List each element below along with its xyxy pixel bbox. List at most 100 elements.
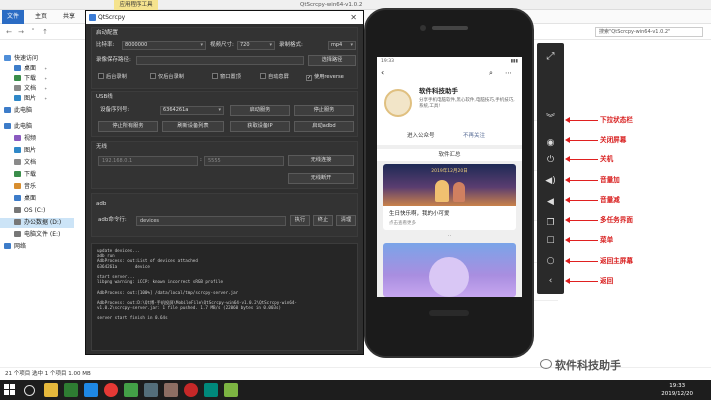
sidebar-item[interactable]: 办公数据 (D:) <box>0 218 74 228</box>
checkmark-icon: ✓ <box>306 75 312 81</box>
app-taskbar-icon[interactable] <box>144 383 158 397</box>
ribbon-tab-home[interactable]: 主页 <box>30 10 52 24</box>
search-input[interactable]: 搜索"QtScrcpy-win64-v1.0.2" <box>595 27 703 37</box>
sidebar-item[interactable]: 此电脑 <box>4 122 32 132</box>
adb-execute-button[interactable]: 执行 <box>290 215 310 226</box>
enter-account-button[interactable]: 进入公众号 <box>407 131 435 141</box>
up-arrow-icon[interactable]: ↑ <box>40 27 50 37</box>
serial-select[interactable]: 6364261a <box>160 106 224 115</box>
log-output[interactable]: update devices... adb run AdbProcess: out:… <box>91 243 358 351</box>
system-clock[interactable]: 19:33 2019/12/20 <box>661 382 693 398</box>
second-card[interactable] <box>383 243 516 297</box>
sidebar-item[interactable]: 下载 <box>14 170 36 180</box>
checkbox-background-record[interactable]: 后台录制 <box>98 73 127 82</box>
checkbox-use-reverse[interactable]: ✓ 使用reverse <box>306 73 344 82</box>
search-icon[interactable]: ⌕ <box>489 67 493 79</box>
ribbon-tab-share[interactable]: 共享 <box>58 10 80 24</box>
forward-arrow-icon[interactable]: → <box>16 27 26 37</box>
resolution-select[interactable]: 720 <box>237 41 275 50</box>
stop-all-services-button[interactable]: 停止所有服务 <box>98 121 158 132</box>
app-switch-icon[interactable]: ❐ <box>540 213 561 233</box>
browser-taskbar-icon[interactable] <box>84 383 98 397</box>
select-path-button[interactable]: 选择路径 <box>308 55 356 66</box>
sidebar-item[interactable]: 快速访问 <box>4 54 38 64</box>
file-explorer-taskbar-icon[interactable] <box>44 383 58 397</box>
checkbox-label: 窗口置顶 <box>220 74 241 80</box>
expand-down-icon[interactable]: ︾ <box>540 109 561 129</box>
back-arrow-icon[interactable]: ‹ <box>381 67 384 79</box>
wireless-connect-button[interactable]: 无线连接 <box>288 155 354 166</box>
article-card[interactable]: 2019年12月20日 生日快乐啊，我的小可爱 点击查看更多 <box>383 164 516 230</box>
bitrate-select[interactable]: 8000000 <box>122 41 206 50</box>
app-taskbar-icon-2[interactable] <box>164 383 178 397</box>
sidebar-item-label: 桌面 <box>24 195 37 202</box>
sidebar-item[interactable]: 音乐 <box>14 182 36 192</box>
start-service-button[interactable]: 启动服务 <box>230 105 290 116</box>
back-arrow-icon[interactable]: ← <box>4 27 14 37</box>
card-link[interactable]: 点击查看更多 <box>389 220 416 227</box>
folder-icon <box>14 159 21 165</box>
start-adbd-button[interactable]: 启动adbd <box>294 121 354 132</box>
checkbox-always-on-top[interactable]: 窗口置顶 <box>212 73 241 82</box>
app-taskbar-icon-3[interactable] <box>204 383 218 397</box>
adb-command-input[interactable]: devices <box>136 216 286 226</box>
wireless-disconnect-button[interactable]: 无线断开 <box>288 173 354 184</box>
sidebar-item[interactable]: 桌面 <box>14 194 36 204</box>
menu-icon[interactable]: ☐ <box>540 231 561 251</box>
record-format-select[interactable]: mp4 <box>328 41 356 50</box>
adb-clear-button[interactable]: 清理 <box>336 215 356 226</box>
sidebar-item[interactable]: 图片 ✦ <box>14 94 47 104</box>
sidebar-item[interactable]: 文档 ✦ <box>14 84 47 94</box>
close-icon[interactable]: ✕ <box>350 11 357 24</box>
sidebar-item[interactable]: 文档 <box>14 158 36 168</box>
chevron-down-icon[interactable]: ˅ <box>28 27 38 37</box>
refresh-devices-button[interactable]: 刷新设备列表 <box>162 121 224 132</box>
phone-screen[interactable]: 19:33 ▮▮▮ ‹ ⌕ ⋯ 软件科技助手 分享手机电脑软件,黑心软件,电脑技… <box>377 57 522 297</box>
checkbox-label: 自动息屏 <box>268 74 289 80</box>
sidebar-item[interactable]: 桌面 ✦ <box>14 64 47 74</box>
search-icon[interactable] <box>24 385 35 396</box>
stop-service-button[interactable]: 停止服务 <box>294 105 354 116</box>
checkbox-background-only[interactable]: 仅后台录制 <box>150 73 184 82</box>
sidebar-item[interactable]: 图片 <box>14 146 36 156</box>
more-icon[interactable]: ⋯ <box>505 67 512 79</box>
phone-status-bar[interactable]: 19:33 ▮▮▮ <box>377 57 522 67</box>
annotation-label: 关闭屏幕 <box>600 135 627 144</box>
sidebar-item[interactable]: 此电脑 <box>4 106 32 116</box>
record-taskbar-icon[interactable] <box>184 383 198 397</box>
sidebar-item[interactable]: 网络 <box>4 242 26 252</box>
ribbon-tab-file[interactable]: 文件 <box>2 10 25 24</box>
folder-icon <box>14 65 21 71</box>
folder-icon <box>4 123 11 129</box>
wechat-taskbar-icon[interactable] <box>124 383 138 397</box>
get-device-ip-button[interactable]: 获取设备IP <box>230 121 290 132</box>
device-control-bar: ⤢ ︾ ◉ ⏻ ◀) ◀ ❐ ☐ ○ ‹ <box>537 43 564 294</box>
sidebar-item-label: 网络 <box>14 243 27 250</box>
menu-header[interactable]: 软件汇总 <box>377 149 522 161</box>
store-taskbar-icon[interactable] <box>64 383 78 397</box>
home-icon[interactable]: ○ <box>540 251 561 271</box>
unfollow-button[interactable]: 不再关注 <box>463 131 485 141</box>
chrome-taskbar-icon[interactable] <box>104 383 118 397</box>
port-input[interactable]: 5555 <box>204 156 284 166</box>
sidebar-item-label: OS (C:) <box>24 207 46 214</box>
sidebar-item[interactable]: 电脑文件 (E:) <box>14 230 60 240</box>
folder-icon <box>4 243 11 249</box>
android-taskbar-icon[interactable] <box>224 383 238 397</box>
context-tab-app-tools[interactable]: 应用程序工具 <box>114 0 158 10</box>
adb-terminate-button[interactable]: 终止 <box>313 215 333 226</box>
back-icon[interactable]: ‹ <box>540 271 561 291</box>
fullscreen-icon[interactable]: ⤢ <box>540 47 561 67</box>
volume-up-icon[interactable]: ◀) <box>540 171 561 191</box>
sidebar-item[interactable]: 视频 <box>14 134 36 144</box>
volume-down-icon[interactable]: ◀ <box>540 192 561 212</box>
sidebar-item[interactable]: OS (C:) <box>14 206 45 216</box>
folder-icon <box>14 183 21 189</box>
ip-input[interactable]: 192.168.0.1 <box>98 156 198 166</box>
save-path-field[interactable] <box>136 56 304 65</box>
checkbox-auto-screen-off[interactable]: 自动息屏 <box>260 73 289 82</box>
windows-start-icon[interactable] <box>4 384 16 396</box>
sidebar-item[interactable]: 下载 ✦ <box>14 74 47 84</box>
power-icon[interactable]: ⏻ <box>540 150 561 170</box>
serial-label: 设备序列号: <box>100 107 130 113</box>
